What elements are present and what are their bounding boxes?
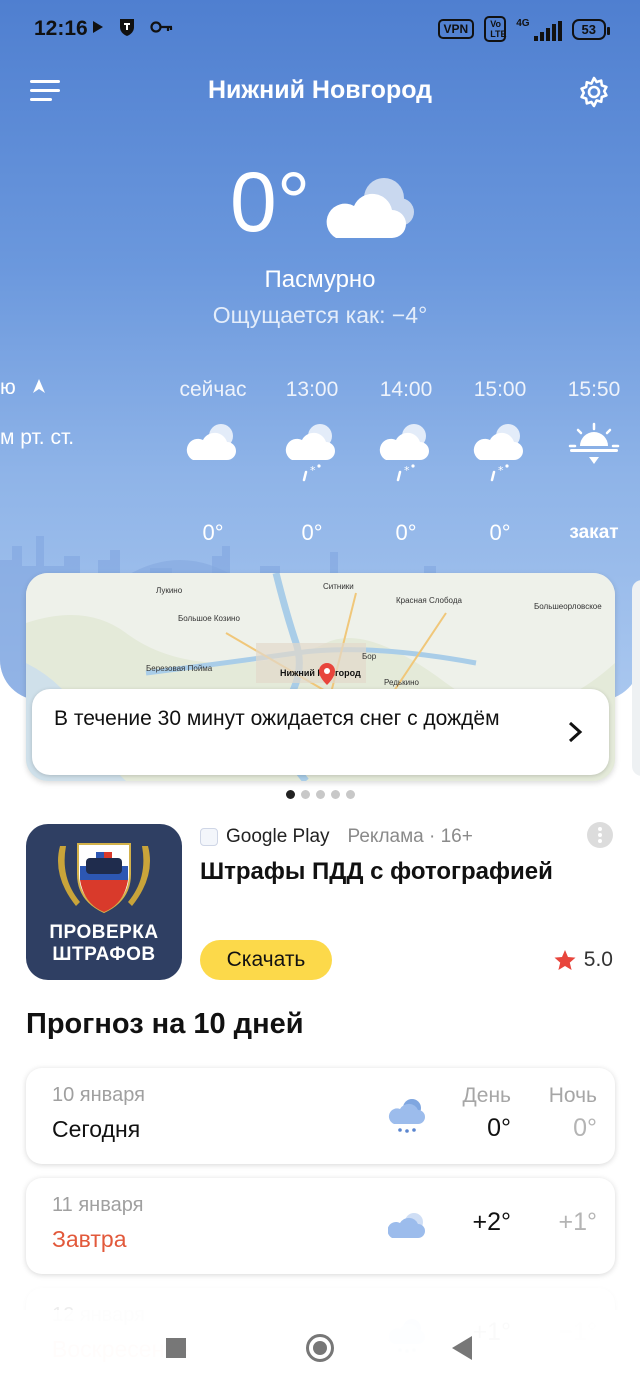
snow-cloud-icon: [388, 1096, 428, 1136]
hourly-time: 13:00: [285, 378, 339, 401]
cloudy-icon: [387, 1206, 428, 1246]
hourly-item[interactable]: 15:00 * 0°: [455, 378, 545, 546]
hourly-item[interactable]: 15:50 закат: [549, 378, 639, 544]
hourly-time: 15:50: [567, 378, 621, 401]
hourly-time: 14:00: [379, 378, 433, 401]
status-bar: 12:16 VPN Vo LTE 4G 53: [0, 0, 640, 56]
hourly-temp: закат: [569, 522, 619, 543]
carousel-dot: [330, 790, 340, 799]
star-icon: [554, 950, 576, 970]
hourly-time: 15:00: [473, 378, 527, 401]
sleet-icon: *: [267, 420, 357, 500]
ad-rating: 5.0: [554, 948, 613, 972]
svg-text:*: *: [310, 464, 316, 477]
forecast-date: 10 января: [52, 1084, 145, 1106]
hourly-temp: 0°: [395, 520, 417, 545]
hourly-temp: 0°: [301, 520, 323, 545]
network-type: 4G: [516, 17, 530, 29]
svg-text:*: *: [404, 464, 410, 477]
carousel-dot: [300, 790, 310, 799]
battery-indicator: 53: [571, 18, 611, 40]
status-time: 12:16: [34, 17, 88, 40]
ad-download-button[interactable]: Скачать: [200, 940, 332, 980]
key-icon: [150, 21, 173, 33]
gear-icon[interactable]: [576, 74, 612, 110]
back-button[interactable]: [452, 1336, 472, 1360]
hourly-temp: 0°: [202, 520, 224, 545]
chevron-right-icon: [568, 721, 583, 743]
map-place-label: Большеорловское: [534, 602, 602, 611]
day-header: День: [462, 1084, 511, 1107]
forecast-night-temp: +1°: [558, 1208, 597, 1236]
ad-label: Реклама · 16+: [347, 826, 473, 847]
city-title[interactable]: Нижний Новгород: [0, 76, 640, 105]
hourly-item[interactable]: сейчас 0°: [168, 378, 258, 546]
map-place-label: Березовая Пойма: [146, 664, 213, 673]
carousel-dot: [315, 790, 325, 799]
next-card-peek[interactable]: [632, 580, 640, 776]
map-place-label: Бор: [362, 652, 377, 661]
ad-block[interactable]: ПРОВЕРКА ШТРАФОВ Google Play Реклама · 1…: [26, 822, 615, 982]
forecast-title: Прогноз на 10 дней: [26, 1008, 304, 1040]
ad-source: Google Play Реклама · 16+: [200, 826, 473, 848]
wind-direction-icon: [32, 379, 45, 393]
hourly-temp: 0°: [489, 520, 511, 545]
home-button[interactable]: [306, 1334, 334, 1362]
ad-app-logo: ПРОВЕРКА ШТРАФОВ: [26, 824, 182, 980]
sunset-icon: [549, 420, 639, 500]
map-place-label: Большое Козино: [178, 614, 240, 623]
carousel-dot: [345, 790, 355, 799]
hourly-item[interactable]: 14:00 * 0°: [361, 378, 451, 546]
signal-icon: 4G: [516, 17, 562, 41]
google-play-icon: [200, 828, 218, 846]
wind-info: ю: [0, 376, 46, 400]
sleet-icon: *: [455, 420, 545, 500]
carousel-dots: [0, 790, 640, 799]
recent-apps-button[interactable]: [166, 1338, 186, 1358]
map-place-label: Ситники: [323, 582, 354, 591]
pressure-fragment: м рт. ст.: [0, 426, 75, 449]
hourly-item[interactable]: 13:00 * 0°: [267, 378, 357, 546]
volte-indicator: Vo LTE: [484, 16, 507, 42]
current-condition: Пасмурно: [264, 266, 376, 293]
ad-title[interactable]: Штрафы ПДД с фотографией: [200, 858, 553, 886]
current-temperature: 0°: [230, 155, 311, 249]
map-place-label: Красная Слобода: [396, 596, 462, 605]
forecast-day-name: Завтра: [52, 1226, 127, 1252]
shield-icon: [120, 19, 134, 36]
ad-source-name: Google Play: [226, 826, 330, 847]
svg-text:*: *: [498, 464, 504, 477]
top-app-bar: Нижний Новгород: [0, 68, 640, 120]
forecast-day-row[interactable]: 10 января Сегодня День Ночь 0° 0°: [26, 1068, 615, 1164]
feels-like: Ощущается как: −4°: [212, 302, 428, 328]
nowcast-banner[interactable]: В течение 30 минут ожидается снег с дожд…: [32, 689, 609, 775]
cloudy-icon: [168, 420, 258, 500]
cloudy-icon: [326, 178, 414, 238]
ad-logo-line2: ШТРАФОВ: [52, 944, 156, 965]
hourly-time: сейчас: [179, 378, 247, 401]
forecast-night-temp: 0°: [573, 1114, 597, 1142]
ad-logo-line1: ПРОВЕРКА: [49, 922, 159, 943]
forecast-day-name: Сегодня: [52, 1116, 141, 1142]
forecast-date: 11 января: [52, 1194, 144, 1216]
precipitation-map-card[interactable]: Лукино Ситники Красная Слобода Большеорловс…: [26, 573, 615, 781]
play-icon: [93, 21, 103, 33]
sleet-icon: *: [361, 420, 451, 500]
police-badge-icon: [58, 843, 150, 914]
ad-more-icon[interactable]: [587, 822, 613, 848]
map-place-label: Лукино: [156, 586, 183, 595]
carousel-dot: [285, 790, 295, 799]
forecast-day-row[interactable]: 11 января Завтра +2° +1°: [26, 1178, 615, 1274]
nowcast-text: В течение 30 минут ожидается снег с дожд…: [54, 707, 500, 730]
forecast-day-temp: +2°: [472, 1208, 511, 1236]
vpn-indicator: VPN: [437, 19, 475, 39]
system-nav-bar: [0, 1310, 640, 1387]
ad-rating-value: 5.0: [583, 948, 613, 971]
night-header: Ночь: [548, 1084, 597, 1107]
wind-fragment: ю: [0, 376, 16, 399]
forecast-day-temp: 0°: [487, 1114, 511, 1142]
map-place-label: Редькино: [384, 678, 419, 687]
